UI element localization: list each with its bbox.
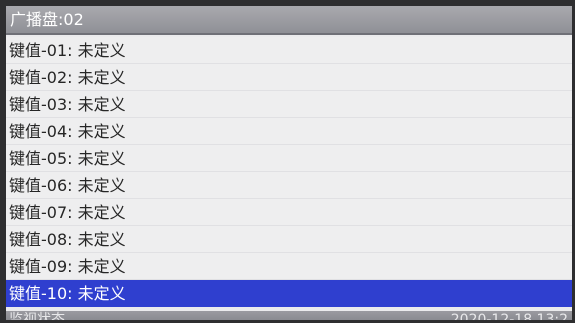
key-row-09[interactable]: 键值-09: 未定义 xyxy=(6,253,572,280)
key-row-label: 键值-08: 未定义 xyxy=(9,230,126,249)
key-row-01[interactable]: 键值-01: 未定义 xyxy=(6,37,572,64)
key-row-label: 键值-05: 未定义 xyxy=(9,149,126,168)
key-row-04[interactable]: 键值-04: 未定义 xyxy=(6,118,572,145)
key-row-06[interactable]: 键值-06: 未定义 xyxy=(6,172,572,199)
key-row-07[interactable]: 键值-07: 未定义 xyxy=(6,199,572,226)
status-bar: 监视状态 2020-12-18 13:2 xyxy=(6,311,572,320)
panel-title: 广播盘:02 xyxy=(10,10,84,29)
key-row-label: 键值-02: 未定义 xyxy=(9,68,126,87)
key-row-label: 键值-07: 未定义 xyxy=(9,203,126,222)
key-row-03[interactable]: 键值-03: 未定义 xyxy=(6,91,572,118)
key-row-label: 键值-03: 未定义 xyxy=(9,95,126,114)
key-row-label: 键值-09: 未定义 xyxy=(9,257,126,276)
lcd-screen: 广播盘:02 键值-01: 未定义 键值-02: 未定义 键值-03: 未定义 … xyxy=(6,6,572,320)
key-row-label: 键值-04: 未定义 xyxy=(9,122,126,141)
key-row-08[interactable]: 键值-08: 未定义 xyxy=(6,226,572,253)
key-row-label: 键值-06: 未定义 xyxy=(9,176,126,195)
key-row-10[interactable]: 键值-10: 未定义 xyxy=(6,280,572,307)
status-mode-text: 监视状态 xyxy=(9,312,65,320)
key-row-05[interactable]: 键值-05: 未定义 xyxy=(6,145,572,172)
key-row-label: 键值-10: 未定义 xyxy=(9,284,126,303)
status-datetime: 2020-12-18 13:2 xyxy=(450,312,568,320)
key-row-label: 键值-01: 未定义 xyxy=(9,41,126,60)
panel-title-bar: 广播盘:02 xyxy=(6,6,572,35)
key-list: 键值-01: 未定义 键值-02: 未定义 键值-03: 未定义 键值-04: … xyxy=(6,37,572,307)
key-row-02[interactable]: 键值-02: 未定义 xyxy=(6,64,572,91)
